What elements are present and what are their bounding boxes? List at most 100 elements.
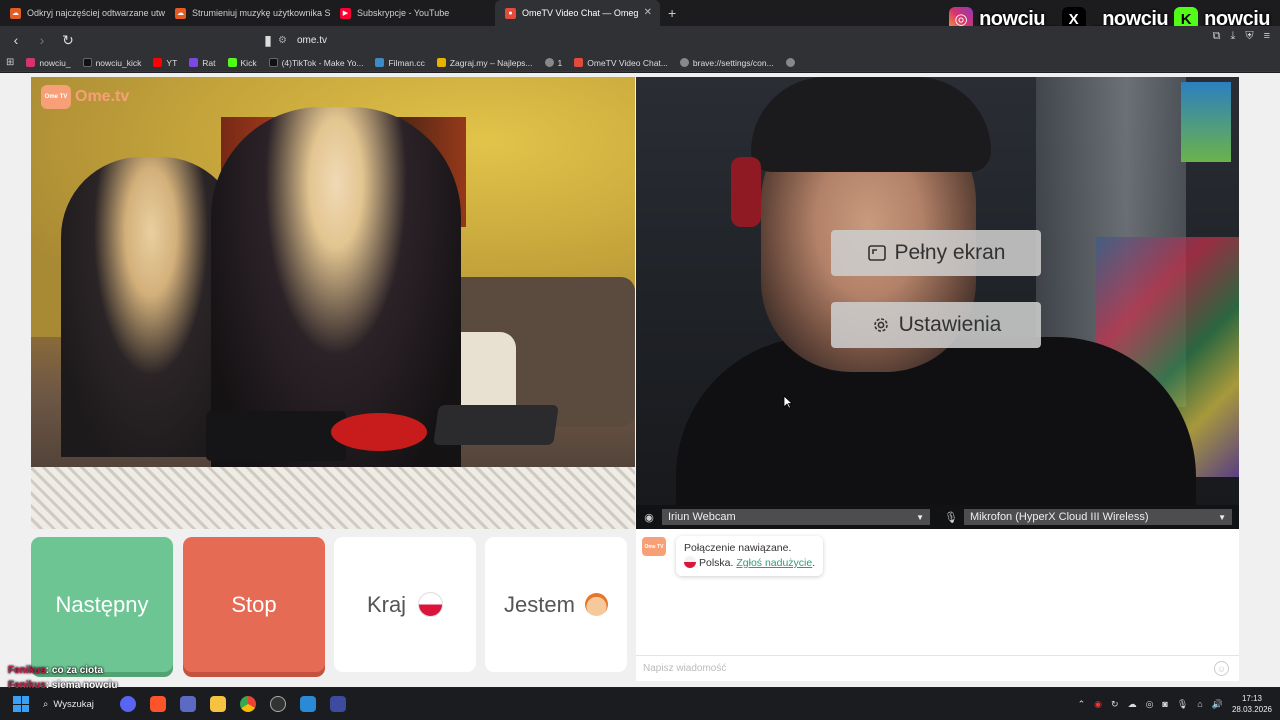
site-settings-icon[interactable]: ⚙ [278, 35, 287, 46]
browser-tab[interactable]: ▶ Subskrypcje - YouTube [330, 0, 495, 26]
shield-icon[interactable]: ⛨ [1245, 30, 1253, 43]
steam-icon[interactable]: ◎ [1146, 699, 1154, 710]
tab-title: Strumieniuj muzykę użytkownika SF [192, 8, 330, 18]
next-button-label: Następny [55, 591, 149, 617]
zagraj-icon [436, 58, 446, 67]
globe-icon [679, 58, 689, 67]
country-name: Polska. [699, 557, 734, 569]
volume-icon[interactable]: 🔊 [1212, 699, 1223, 710]
menu-icon[interactable]: ≡ [1264, 30, 1270, 43]
url-text: ome.tv [296, 34, 327, 46]
brave-icon[interactable] [149, 696, 166, 712]
bookmark-item[interactable]: Kick [227, 58, 257, 68]
browser-toolbar: ‹ › ↻ ▮ ⚙ ome.tv ⧉ ⤓ ⛨ ≡ [0, 26, 1280, 54]
headphones-icon [731, 157, 761, 227]
gender-button[interactable]: Jestem [485, 537, 627, 672]
download-icon[interactable]: ⤓ [1230, 30, 1235, 43]
report-abuse-link[interactable]: Zgłoś nadużycie [736, 557, 812, 569]
bookmark-item[interactable]: nowciu_kick [82, 57, 142, 68]
bookmark-icon[interactable]: ▮ [258, 30, 278, 50]
chevron-down-icon: ▼ [916, 512, 924, 522]
microphone-tray-icon[interactable]: 🎙 [1177, 699, 1188, 710]
tray-app-icon[interactable]: ↻ [1111, 699, 1119, 710]
clock-time: 17:13 [1241, 694, 1262, 703]
globe-icon[interactable] [785, 58, 795, 67]
bookmark-item[interactable]: 1 [544, 58, 562, 68]
bookmark-label: (4)TikTok - Make Yo... [281, 57, 364, 68]
rat-icon [189, 58, 199, 67]
bookmark-item[interactable]: Zagraj.my – Najleps... [436, 58, 533, 68]
settings-button[interactable]: Ustawienia [831, 302, 1041, 348]
filman-icon [375, 58, 385, 67]
instagram-icon [26, 58, 36, 67]
tray-app-icon[interactable]: ☁ [1128, 699, 1137, 710]
country-button-label: Kraj [366, 591, 407, 617]
app-icon[interactable] [329, 696, 346, 712]
fullscreen-button[interactable]: Pełny ekran [831, 230, 1041, 276]
discord-tray-icon[interactable]: ◙ [1162, 699, 1167, 709]
back-icon[interactable]: ‹ [6, 30, 26, 50]
windows-start-icon[interactable] [13, 696, 29, 712]
taskbar-clock[interactable]: 17:13 28.03.2026 [1232, 693, 1272, 715]
bookmark-item[interactable]: YT [153, 58, 177, 68]
tab-title: OmeTV Video Chat — Omeg [522, 8, 639, 18]
browser-tab-strip: ☁ Odkryj najczęściej odtwarzane utwo ☁ S… [0, 0, 1280, 31]
message-input[interactable]: Napisz wiadomość ☺ [636, 655, 1239, 681]
ometv-logo: Ome TV Ome.tv [41, 85, 129, 109]
fullscreen-icon [867, 245, 886, 261]
address-bar[interactable]: ⚙ ome.tv [278, 29, 998, 51]
taskbar-search-label: Wyszukaj [53, 698, 94, 710]
network-icon[interactable]: ⌂ [1197, 699, 1202, 709]
bookmark-label: brave://settings/con... [692, 57, 774, 68]
tray-app-icon[interactable]: ◉ [1094, 699, 1102, 710]
obs-icon[interactable] [269, 696, 286, 712]
bookmark-item[interactable]: Filman.cc [375, 57, 425, 68]
soundcloud-icon: ☁ [10, 7, 21, 19]
youtube-icon: ▶ [340, 7, 351, 19]
apps-grid-icon[interactable]: ⊞ [6, 57, 14, 68]
bookmark-item[interactable]: OmeTV Video Chat... [574, 58, 668, 68]
bookmark-label: Rat [202, 57, 216, 68]
period: . [812, 557, 816, 569]
extensions-icon[interactable]: ⧉ [1213, 30, 1221, 43]
microphone-icon: 🎙 [944, 511, 958, 524]
video-person [676, 337, 1196, 529]
photos-icon[interactable] [299, 696, 316, 712]
bookmark-item[interactable]: brave://settings/con... [679, 57, 774, 68]
bookmark-label: Filman.cc [388, 57, 425, 68]
app-icon[interactable] [179, 696, 196, 712]
own-camera-video: Pełny ekran Ustawienia ◉ Iriun Webcam ▼ … [636, 77, 1239, 529]
bookmark-item[interactable]: Rat [189, 57, 216, 68]
tab-title: Subskrypcje - YouTube [357, 8, 450, 18]
country-line: Polska. Zgłoś nadużycie. [684, 556, 815, 571]
discord-icon[interactable] [119, 696, 136, 712]
video-background [1181, 82, 1231, 162]
taskbar-search[interactable]: ⌕ Wyszukaj [43, 699, 94, 710]
reload-icon[interactable]: ↻ [58, 30, 78, 50]
forward-icon[interactable]: › [32, 30, 52, 50]
microphone-select[interactable]: Mikrofon (HyperX Cloud III Wireless) ▼ [964, 509, 1232, 525]
bookmark-item[interactable]: nowciu_ [26, 58, 71, 68]
next-button[interactable]: Następny [31, 537, 173, 672]
video-object [433, 405, 559, 445]
browser-tab[interactable]: ☁ Strumieniuj muzykę użytkownika SF [165, 0, 330, 26]
new-tab-button[interactable]: + [668, 5, 676, 21]
bookmark-item[interactable]: (4)TikTok - Make Yo... [268, 57, 364, 68]
chrome-icon[interactable] [239, 696, 256, 712]
bookmark-label: nowciu_kick [95, 57, 142, 68]
search-icon: ⌕ [43, 698, 49, 710]
toolbar-actions: ⧉ ⤓ ⛨ ≡ [1213, 30, 1270, 43]
chevron-up-icon[interactable]: ⌃ [1078, 699, 1086, 710]
ometv-logo-badge: Ome TV [642, 537, 666, 556]
emoji-icon[interactable]: ☺ [1214, 661, 1229, 676]
close-tab-icon[interactable]: ✕ [644, 7, 652, 18]
file-explorer-icon[interactable] [209, 696, 226, 712]
video-person [751, 77, 991, 172]
browser-tab[interactable]: ☁ Odkryj najczęściej odtwarzane utwo [0, 0, 165, 26]
bookmarks-bar: ⊞ nowciu_ nowciu_kick YT Rat Kick (4)Tik… [0, 54, 1280, 72]
webcam-select[interactable]: Iriun Webcam ▼ [662, 509, 930, 525]
browser-tab-active[interactable]: ● OmeTV Video Chat — Omeg ✕ [495, 0, 660, 26]
microphone-select-value: Mikrofon (HyperX Cloud III Wireless) [970, 511, 1149, 523]
country-button[interactable]: Kraj [334, 537, 476, 672]
stop-button[interactable]: Stop [183, 537, 325, 672]
